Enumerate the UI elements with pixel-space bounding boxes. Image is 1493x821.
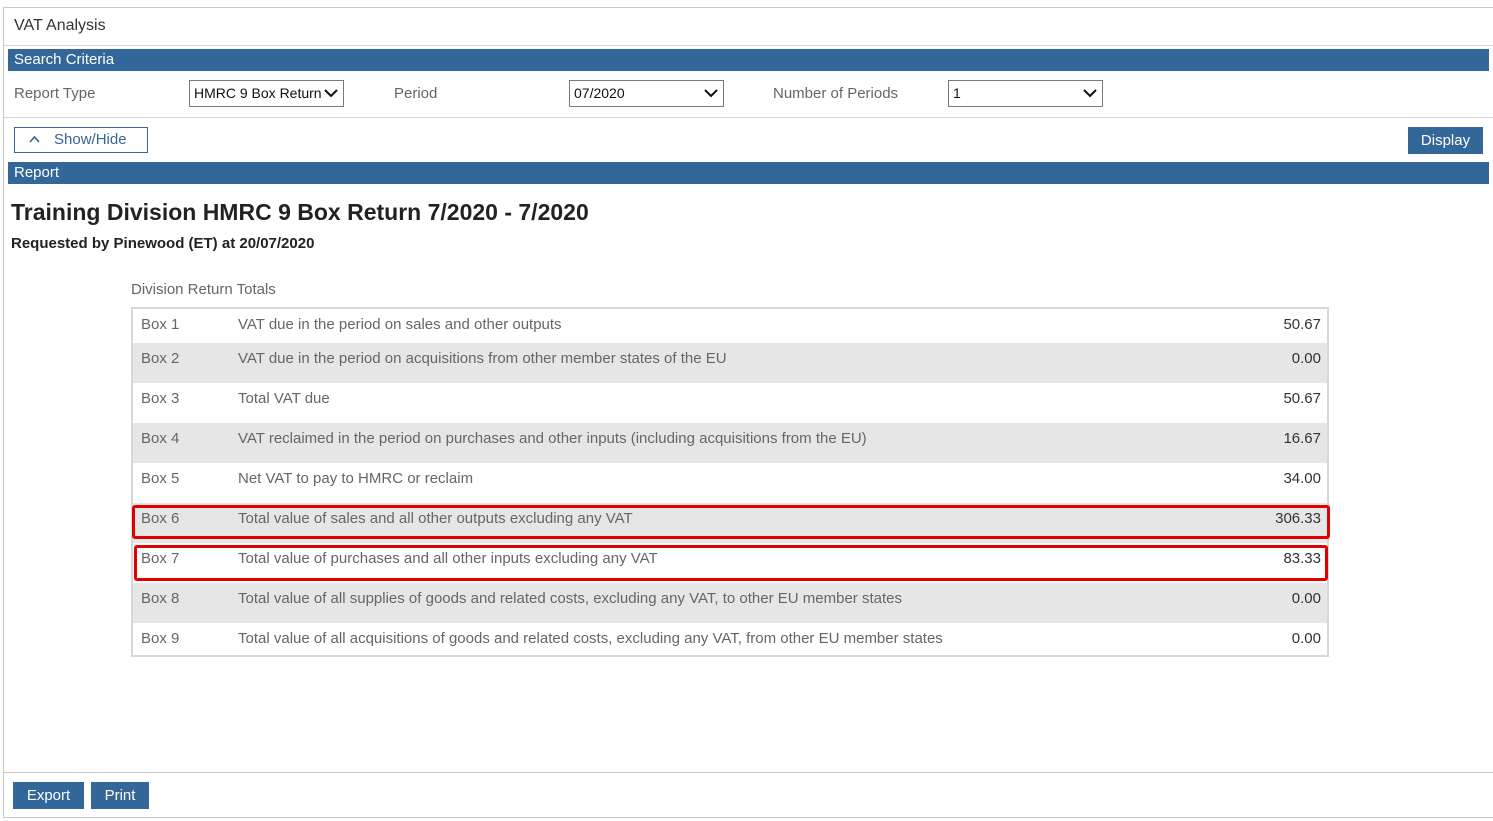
period-value: 07/2020 <box>574 85 625 101</box>
box-description: Total value of purchases and all other i… <box>238 550 658 567</box>
table-row: Box 7 Total value of purchases and all o… <box>133 543 1327 583</box>
show-hide-button[interactable]: Show/Hide <box>14 127 148 153</box>
box-number: Box 8 <box>141 590 180 607</box>
toolbar: Show/Hide Display <box>4 119 1493 161</box>
number-of-periods-label: Number of Periods <box>773 85 899 102</box>
box-number: Box 2 <box>141 350 180 367</box>
report-title: Training Division HMRC 9 Box Return 7/20… <box>11 199 589 225</box>
chevron-down-icon <box>324 89 338 98</box>
window-title: VAT Analysis <box>14 17 106 34</box>
box-value: 0.00 <box>1291 350 1321 367</box>
table-row: Box 6 Total value of sales and all other… <box>133 503 1327 543</box>
box-number: Box 6 <box>141 510 180 527</box>
report-type-select[interactable]: HMRC 9 Box Return <box>189 80 344 107</box>
box-number: Box 4 <box>141 430 180 447</box>
box-value: 50.67 <box>1283 316 1321 333</box>
chevron-up-icon <box>29 135 40 143</box>
box-number: Box 3 <box>141 390 180 407</box>
box-description: VAT due in the period on acquisitions fr… <box>238 350 727 367</box>
report-subtitle: Requested by Pinewood (ET) at 20/07/2020 <box>11 235 315 252</box>
show-hide-label: Show/Hide <box>54 131 127 148</box>
table-row: Box 5 Net VAT to pay to HMRC or reclaim … <box>133 463 1327 503</box>
chevron-down-icon <box>704 89 718 98</box>
report-header[interactable]: Report <box>8 162 1489 184</box>
box-description: VAT due in the period on sales and other… <box>238 316 562 333</box>
box-value: 16.67 <box>1283 430 1321 447</box>
box-number: Box 1 <box>141 316 180 333</box>
vat-box-table: Box 1 VAT due in the period on sales and… <box>131 307 1329 657</box>
box-description: Total value of all supplies of goods and… <box>238 590 902 607</box>
box-value: 306.33 <box>1275 510 1321 527</box>
box-value: 0.00 <box>1291 630 1321 647</box>
box-description: Total VAT due <box>238 390 330 407</box>
box-value: 50.67 <box>1283 390 1321 407</box>
period-select[interactable]: 07/2020 <box>569 80 724 107</box>
footer-divider <box>4 772 1493 773</box>
chevron-down-icon <box>1083 89 1097 98</box>
table-row: Box 4 VAT reclaimed in the period on pur… <box>133 423 1327 463</box>
display-button[interactable]: Display <box>1408 127 1483 154</box>
print-button[interactable]: Print <box>91 782 149 809</box>
box-description: VAT reclaimed in the period on purchases… <box>238 430 867 447</box>
table-row: Box 8 Total value of all supplies of goo… <box>133 583 1327 623</box>
table-row: Box 3 Total VAT due 50.67 <box>133 383 1327 423</box>
box-number: Box 9 <box>141 630 180 647</box>
report-type-value: HMRC 9 Box Return <box>194 85 322 101</box>
report-type-label: Report Type <box>14 85 96 102</box>
box-description: Net VAT to pay to HMRC or reclaim <box>238 470 474 487</box>
box-value: 34.00 <box>1283 470 1321 487</box>
number-of-periods-select[interactable]: 1 <box>948 80 1103 107</box>
group-label: Division Return Totals <box>131 281 276 298</box>
search-criteria-panel: Report Type HMRC 9 Box Return Period 07/… <box>4 72 1493 118</box>
number-of-periods-value: 1 <box>953 85 961 101</box>
box-value: 0.00 <box>1291 590 1321 607</box>
window-title-bar: VAT Analysis <box>4 8 1493 46</box>
table-row: Box 9 Total value of all acquisitions of… <box>133 623 1327 663</box>
table-row: Box 2 VAT due in the period on acquisiti… <box>133 343 1327 383</box>
search-criteria-header[interactable]: Search Criteria <box>8 49 1489 71</box>
export-button[interactable]: Export <box>13 782 84 809</box>
box-description: Total value of all acquisitions of goods… <box>238 630 943 647</box>
box-number: Box 5 <box>141 470 180 487</box>
box-description: Total value of sales and all other outpu… <box>238 510 633 527</box>
box-value: 83.33 <box>1283 550 1321 567</box>
period-label: Period <box>394 85 438 102</box>
box-number: Box 7 <box>141 550 180 567</box>
